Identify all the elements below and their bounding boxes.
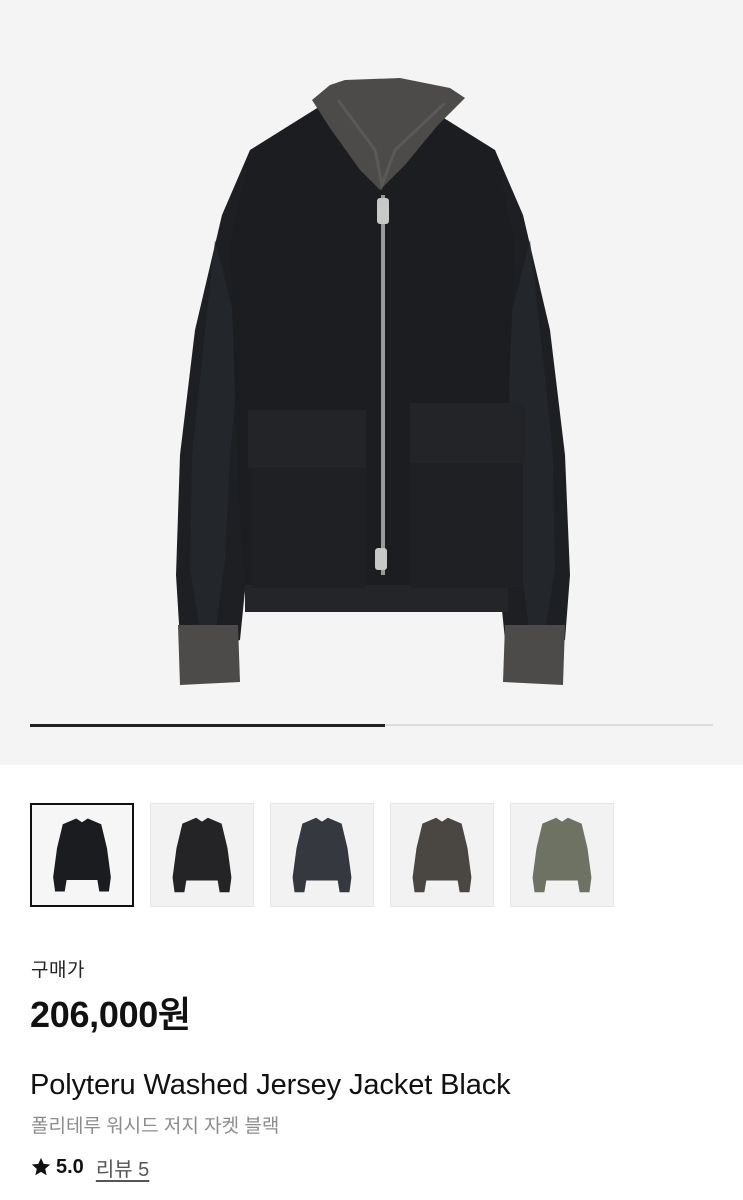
price-label: 구매가: [31, 960, 85, 981]
rating-row: 5.0 리뷰 5: [30, 1153, 149, 1181]
gallery-progress-bar: [30, 723, 713, 727]
product-name-english: Polyteru Washed Jersey Jacket Black: [30, 1069, 511, 1101]
star-icon: [31, 1157, 51, 1176]
rating-value: 5.0: [56, 1155, 84, 1178]
reviews-link[interactable]: 리뷰 5: [96, 1153, 149, 1182]
product-name-korean: 폴리테루 워시드 저지 자켓 블랙: [31, 1116, 280, 1137]
jacket-thumb-icon: [172, 817, 232, 893]
thumbnail-navy-grey[interactable]: [270, 803, 374, 907]
thumbnail-charcoal[interactable]: [150, 803, 254, 907]
jacket-thumb-icon: [53, 818, 111, 892]
price-value: 206,000원: [30, 994, 191, 1035]
jacket-thumb-icon: [532, 817, 592, 893]
thumbnail-khaki[interactable]: [510, 803, 614, 907]
product-hero-image[interactable]: [0, 0, 743, 765]
jacket-thumb-icon: [292, 817, 352, 893]
jacket-thumb-icon: [412, 817, 472, 893]
gallery-progress-fill: [30, 723, 386, 727]
thumbnail-black[interactable]: [30, 803, 134, 907]
jacket-image: [176, 78, 570, 685]
thumbnail-brown-grey[interactable]: [390, 803, 494, 907]
thumbnail-strip: [30, 803, 713, 909]
